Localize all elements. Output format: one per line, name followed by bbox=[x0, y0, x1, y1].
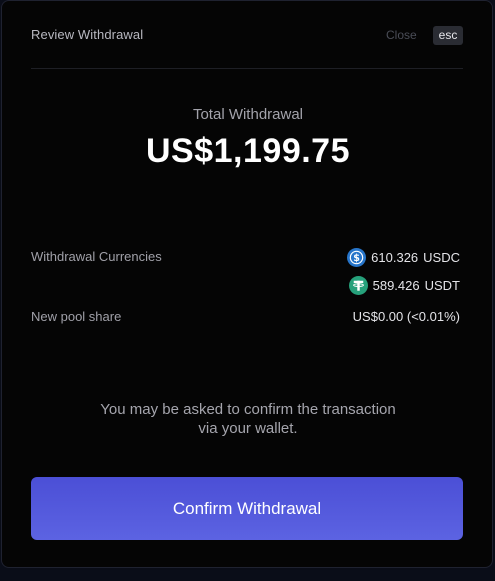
notice-line-2: via your wallet. bbox=[198, 420, 298, 437]
new-pool-share-label: New pool share bbox=[31, 309, 122, 324]
currency-row-usdc: $ 610.326 USDC bbox=[347, 248, 460, 267]
total-withdrawal-amount: US$1,199.75 bbox=[146, 132, 350, 170]
usdt-symbol: USDT bbox=[424, 278, 460, 293]
usdt-amount: 589.426 bbox=[372, 278, 420, 293]
usdt-icon bbox=[348, 276, 368, 295]
usdc-symbol: USDC bbox=[423, 250, 460, 265]
svg-text:$: $ bbox=[353, 253, 360, 264]
esc-close-button[interactable]: esc bbox=[433, 26, 463, 45]
modal-title: Review Withdrawal bbox=[31, 27, 144, 42]
total-withdrawal-label: Total Withdrawal bbox=[192, 106, 304, 123]
confirm-withdrawal-button[interactable]: Confirm Withdrawal bbox=[31, 477, 463, 540]
usdc-amount: 610.326 bbox=[371, 250, 419, 265]
review-withdrawal-modal: Review Withdrawal Close esc Total Withdr… bbox=[1, 0, 493, 568]
currency-row-usdt: 589.426 USDT bbox=[348, 276, 460, 295]
withdrawal-currencies-label: Withdrawal Currencies bbox=[31, 249, 162, 264]
notice-line-1: You may be asked to confirm the transact… bbox=[100, 401, 396, 418]
new-pool-share-value: US$0.00 (<0.01%) bbox=[352, 309, 460, 324]
wallet-confirm-notice: You may be asked to confirm the transact… bbox=[62, 400, 434, 438]
close-label[interactable]: Close bbox=[386, 28, 417, 42]
header-divider bbox=[31, 68, 463, 69]
usdc-icon: $ bbox=[347, 248, 367, 267]
